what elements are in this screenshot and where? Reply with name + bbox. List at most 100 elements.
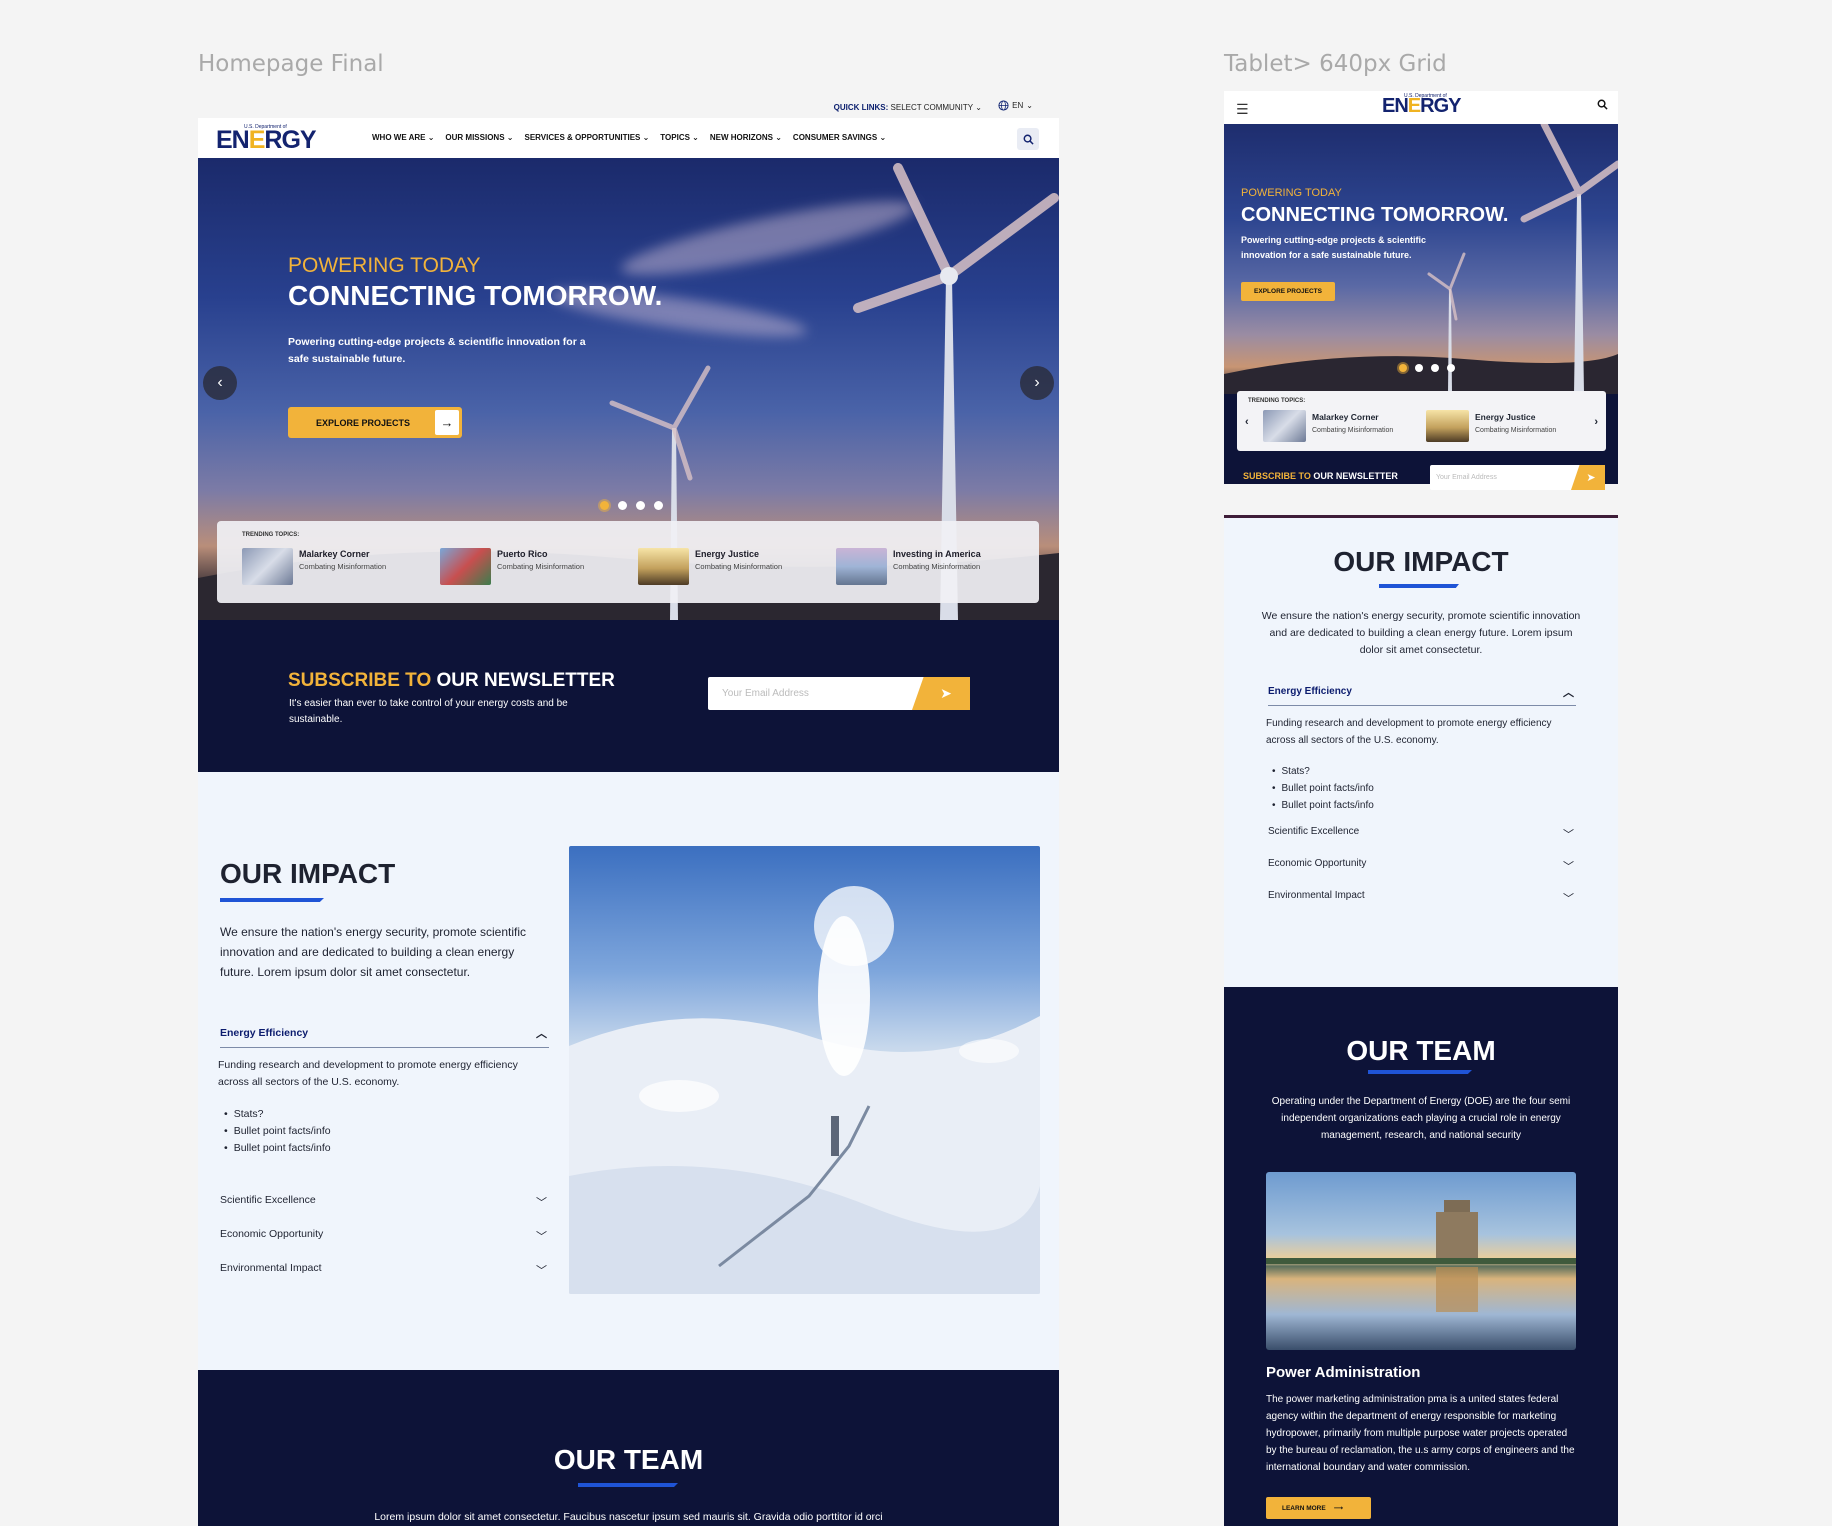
explore-projects-button[interactable]: EXPLORE PROJECTS → — [288, 407, 462, 438]
chevron-down-icon: ﹀ — [1563, 861, 1574, 873]
trending-thumbnail — [1263, 410, 1306, 442]
trending-thumbnail — [440, 548, 491, 585]
hero-kicker: POWERING TODAY — [288, 254, 481, 277]
doe-logo[interactable]: U.S. Department of ENERGY — [216, 124, 317, 155]
carousel-dot[interactable] — [654, 501, 663, 510]
chevron-down-icon: ﹀ — [536, 1265, 547, 1277]
search-icon[interactable] — [1597, 98, 1608, 113]
explore-projects-button[interactable]: EXPLORE PROJECTS — [1241, 282, 1335, 301]
arrow-right-icon: ⟶ — [1333, 1505, 1344, 1512]
desktop-homepage: QUICK LINKS: SELECT COMMUNITY ⌄ EN ⌄ U.S… — [198, 98, 1059, 1526]
language-select[interactable]: EN ⌄ — [998, 100, 1033, 111]
chevron-up-icon: ︿ — [536, 1028, 547, 1040]
carousel-prev-button[interactable]: ‹ — [203, 366, 237, 400]
nav-item-services[interactable]: SERVICES & OPPORTUNITIES ⌄ — [524, 133, 649, 142]
trending-label: TRENDING TOPICS: — [1248, 398, 1306, 404]
trending-item[interactable]: Energy Justice Combating Misinformation — [638, 548, 782, 585]
accordion-body: Funding research and development to prom… — [218, 1057, 548, 1157]
newsletter-section: SUBSCRIBE TO OUR NEWSLETTER It's easier … — [198, 620, 1059, 772]
carousel-dot[interactable] — [1415, 364, 1423, 372]
community-select[interactable]: SELECT COMMUNITY — [891, 103, 974, 112]
trending-topics: TRENDING TOPICS: Malarkey Corner Combatin… — [217, 521, 1039, 603]
heading-underline — [1368, 1070, 1472, 1074]
card-title: Power Administration — [1266, 1364, 1421, 1381]
geothermal-image — [569, 846, 1040, 1294]
chevron-down-icon: ﹀ — [1563, 893, 1574, 905]
trending-item[interactable]: Malarkey Corner Combating Misinformation — [242, 548, 386, 585]
chevron-up-icon: ︿ — [1563, 687, 1574, 699]
send-icon: ➤ — [940, 685, 952, 701]
tablet-hero: POWERING TODAY CONNECTING TOMORROW. Powe… — [1224, 124, 1618, 394]
power-administration-image — [1266, 1172, 1576, 1350]
tablet-team-section: OUR TEAM Operating under the Department … — [1224, 987, 1618, 1526]
search-button[interactable] — [1017, 128, 1039, 150]
hero-headline: CONNECTING TOMORROW. — [1241, 204, 1509, 226]
nav-item-our-missions[interactable]: OUR MISSIONS ⌄ — [445, 133, 513, 142]
chevron-down-icon: ⌄ — [975, 103, 982, 112]
hero-kicker: POWERING TODAY — [1241, 187, 1342, 199]
tablet-impact-section: OUR IMPACT We ensure the nation's energy… — [1224, 518, 1618, 988]
nav-menu: WHO WE ARE ⌄ OUR MISSIONS ⌄ SERVICES & O… — [372, 133, 886, 142]
trending-thumbnail — [638, 548, 689, 585]
chevron-left-icon[interactable]: ‹ — [1245, 416, 1249, 428]
list-item: Bullet point facts/info — [1266, 780, 1576, 797]
doe-logo[interactable]: U.S. Department of ENERGY — [1382, 93, 1461, 118]
list-item: Bullet point facts/info — [218, 1123, 548, 1140]
hamburger-menu-icon[interactable]: ☰ — [1236, 101, 1249, 118]
heading-underline — [578, 1483, 678, 1487]
desktop-frame-label: Homepage Final — [198, 51, 384, 77]
accordion-economic-opportunity[interactable]: Economic Opportunity ﹀ — [220, 1228, 549, 1244]
globe-icon — [998, 100, 1009, 111]
chevron-down-icon: ⌄ — [1026, 101, 1033, 110]
trending-item[interactable]: Energy Justice Combating Misinformation — [1426, 410, 1556, 442]
trending-thumbnail — [1426, 410, 1469, 442]
nav-item-new-horizons[interactable]: NEW HORIZONS ⌄ — [710, 133, 782, 142]
carousel-dot[interactable] — [1447, 364, 1455, 372]
accordion-energy-efficiency[interactable]: Energy Efficiency ︿ — [1268, 686, 1576, 706]
nav-item-who-we-are[interactable]: WHO WE ARE ⌄ — [372, 133, 434, 142]
trending-item[interactable]: Investing in America Combating Misinforma… — [836, 548, 981, 585]
learn-more-button[interactable]: LEARN MORE ⟶ — [1266, 1497, 1371, 1519]
tablet-homepage: ☰ U.S. Department of ENERGY POWERING TOD… — [1224, 91, 1618, 1526]
chevron-down-icon: ﹀ — [1563, 829, 1574, 841]
carousel-dots — [600, 501, 663, 510]
chevron-down-icon: ﹀ — [536, 1231, 547, 1243]
nav-item-consumer-savings[interactable]: CONSUMER SAVINGS ⌄ — [793, 133, 886, 142]
trending-label: TRENDING TOPICS: — [242, 532, 300, 538]
newsletter-heading: SUBSCRIBE TO OUR NEWSLETTER — [288, 670, 615, 691]
accordion-scientific-excellence[interactable]: Scientific Excellence ﹀ — [1268, 826, 1576, 842]
carousel-dot[interactable] — [600, 501, 609, 510]
tablet-frame-label: Tablet> 640px Grid — [1224, 51, 1447, 77]
trending-item[interactable]: Malarkey Corner Combating Misinformation — [1263, 410, 1393, 442]
team-heading: OUR TEAM — [1346, 1035, 1496, 1066]
hero-subtitle: Powering cutting-edge projects & scienti… — [1241, 235, 1427, 260]
chevron-right-icon[interactable]: › — [1594, 416, 1598, 428]
team-section: OUR TEAM Lorem ipsum dolor sit amet cons… — [198, 1370, 1059, 1526]
card-text: The power marketing administration pma i… — [1266, 1394, 1575, 1473]
trending-thumbnail — [836, 548, 887, 585]
quick-links[interactable]: QUICK LINKS: SELECT COMMUNITY ⌄ — [834, 103, 982, 112]
carousel-dot[interactable] — [618, 501, 627, 510]
heading-underline — [1379, 584, 1459, 588]
carousel-dot[interactable] — [1399, 364, 1407, 372]
main-navigation: U.S. Department of ENERGY WHO WE ARE ⌄ O… — [198, 118, 1059, 158]
team-heading: OUR TEAM — [553, 1444, 704, 1475]
accordion-energy-efficiency[interactable]: Energy Efficiency ︿ — [220, 1027, 549, 1048]
carousel-next-button[interactable]: › — [1020, 366, 1054, 400]
accordion-environmental-impact[interactable]: Environmental Impact ﹀ — [220, 1262, 549, 1278]
send-icon: ➤ — [1586, 472, 1596, 484]
nav-item-topics[interactable]: TOPICS ⌄ — [660, 133, 699, 142]
carousel-dot[interactable] — [1431, 364, 1439, 372]
trending-item[interactable]: Puerto Rico Combating Misinformation — [440, 548, 584, 585]
trending-topics: TRENDING TOPICS: ‹ Malarkey Corner Combat… — [1237, 391, 1606, 451]
list-item: Stats? — [218, 1106, 548, 1123]
heading-underline — [220, 898, 324, 902]
accordion-environmental-impact[interactable]: Environmental Impact ﹀ — [1268, 890, 1576, 906]
accordion-scientific-excellence[interactable]: Scientific Excellence ﹀ — [220, 1194, 549, 1210]
impact-section: OUR IMPACT We ensure the nation's energy… — [198, 772, 1059, 1370]
hero-carousel: POWERING TODAY CONNECTING TOMORROW. Powe… — [198, 158, 1059, 620]
language-label: EN — [1012, 101, 1024, 110]
team-text: Lorem ipsum dolor sit amet consectetur. … — [374, 1511, 883, 1523]
accordion-economic-opportunity[interactable]: Economic Opportunity ﹀ — [1268, 858, 1576, 874]
carousel-dot[interactable] — [636, 501, 645, 510]
